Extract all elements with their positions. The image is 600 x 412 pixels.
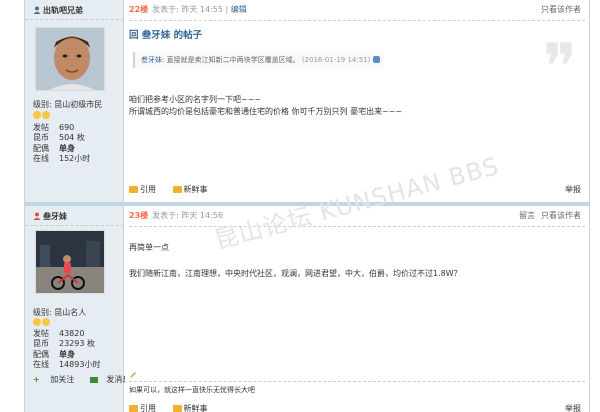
only-author-link[interactable]: 只看该作者 xyxy=(541,211,581,220)
post-body: 再简单一点 我们随新江南，江南理想，中央时代社区，观澜，网进君望，中大，伯爵，均… xyxy=(129,243,462,278)
stat-row: 配偶 单身 xyxy=(33,143,75,153)
thread-page: 出轨吧兄弟 级别: 昆山初级市民 发帖 690 昆币 504 枚 配偶 单身 在… xyxy=(24,0,590,412)
post-time: 发表于: 昨天 14:56 xyxy=(152,211,223,220)
quote-mark-icon: ❞ xyxy=(542,31,577,105)
quote-icon xyxy=(129,405,138,412)
post-header: 23楼 发表于: 昨天 14:56 留言 只看该作者 xyxy=(129,210,585,222)
post-time: 发表于: 昨天 14:55 | 编辑 xyxy=(152,5,247,14)
level-stars xyxy=(33,111,51,119)
quote-user[interactable]: 叁牙妹 xyxy=(141,56,162,64)
edit-link[interactable]: 编辑 xyxy=(231,5,247,14)
author-sidebar: 叁牙妹 级别: 昆山名人 发帖 43820 昆币 23293 枚 配偶 单身 在… xyxy=(25,206,130,412)
stat-row: 发帖 690 xyxy=(33,123,75,132)
report-button[interactable]: 举报 xyxy=(565,184,581,195)
stat-row: 在线 14893小时 xyxy=(33,360,101,370)
reply-quote-button[interactable]: 引用 xyxy=(140,404,156,412)
stat-row: 昆币 23293 枚 xyxy=(33,339,95,349)
news-icon xyxy=(172,186,182,193)
user-stats: 发帖 690 昆币 504 枚 配偶 单身 在线 152小时 xyxy=(33,123,90,165)
quote-block: 叁牙妹: 直接就是卖江知新二中两块学区覆盖区域。 (2016-01-19 14:… xyxy=(133,52,383,68)
quote-time: (2016-01-19 14:51) xyxy=(301,56,371,64)
post-header: 22楼 发表于: 昨天 14:55 | 编辑 只看该作者 xyxy=(129,4,585,16)
author-name[interactable]: 出轨吧兄弟 xyxy=(33,5,83,16)
signature-divider xyxy=(129,381,585,382)
post-content: 22楼 发表于: 昨天 14:55 | 编辑 只看该作者 回 叁牙妹 的帖子 叁牙… xyxy=(125,0,589,202)
moon-icon xyxy=(42,111,50,119)
user-stats: 发帖 43820 昆币 23293 枚 配偶 单身 在线 14893小时 xyxy=(33,329,100,371)
news-icon xyxy=(172,405,182,412)
share-news-button[interactable]: 新鲜事 xyxy=(184,404,208,412)
stat-row: 在线 152小时 xyxy=(33,154,91,164)
post-footer: 引用 新鲜事 举报 xyxy=(129,184,585,196)
stat-row: 发帖 43820 xyxy=(33,329,85,338)
pencil-icon xyxy=(130,372,136,378)
header-divider xyxy=(129,226,585,227)
post-22: 出轨吧兄弟 级别: 昆山初级市民 发帖 690 昆币 504 枚 配偶 单身 在… xyxy=(25,0,589,202)
post-23: 叁牙妹 级别: 昆山名人 发帖 43820 昆币 23293 枚 配偶 单身 在… xyxy=(25,202,589,412)
message-icon xyxy=(90,377,99,383)
post-content: 23楼 发表于: 昨天 14:56 留言 只看该作者 再简单一点 我们随新江南，江南… xyxy=(125,206,589,412)
sidebar-divider xyxy=(25,225,124,226)
level-stars xyxy=(33,318,51,326)
sidebar-divider xyxy=(25,19,124,20)
user-level: 级别: 昆山初级市民 xyxy=(33,100,103,109)
leave-message-link[interactable]: 留言 xyxy=(519,211,535,220)
share-news-button[interactable]: 新鲜事 xyxy=(184,185,208,194)
author-sidebar: 出轨吧兄弟 级别: 昆山初级市民 发帖 690 昆币 504 枚 配偶 单身 在… xyxy=(25,0,124,202)
reply-quote-button[interactable]: 引用 xyxy=(140,185,156,194)
user-icon xyxy=(33,6,41,14)
moon-icon xyxy=(33,111,41,119)
only-author-link[interactable]: 只看该作者 xyxy=(541,5,581,14)
plus-icon: + xyxy=(33,375,40,384)
post-footer: 引用 新鲜事 举报 xyxy=(129,403,585,412)
floor-number: 23楼 xyxy=(129,211,149,220)
floor-number: 22楼 xyxy=(129,5,149,14)
author-name[interactable]: 叁牙妹 xyxy=(33,211,67,222)
post-title: 回 叁牙妹 的帖子 xyxy=(129,30,203,41)
signature: 如果可以，就这样一直快乐无忧得长大吧 xyxy=(129,386,255,394)
quote-text: : 直接就是卖江知新二中两块学区覆盖区域。 xyxy=(162,56,300,64)
avatar[interactable] xyxy=(35,27,105,91)
jump-arrow-icon[interactable] xyxy=(373,56,381,63)
user-level: 级别: 昆山名人 xyxy=(33,308,87,317)
avatar[interactable] xyxy=(35,230,105,294)
stat-row: 昆币 504 枚 xyxy=(33,133,85,143)
stat-row: 配偶 单身 xyxy=(33,349,75,359)
follow-button[interactable]: + 加关注 xyxy=(33,375,82,384)
quote-icon xyxy=(129,186,138,193)
moon-icon xyxy=(42,318,50,326)
sun-icon xyxy=(33,318,41,326)
female-user-icon xyxy=(33,212,41,220)
post-body: 咱们把参考小区的名字列一下吧~~~ 所谓城西的均价是包括豪宅和普通住宅的价格 你… xyxy=(129,95,403,116)
report-button[interactable]: 举报 xyxy=(565,403,581,412)
header-divider xyxy=(129,20,585,21)
